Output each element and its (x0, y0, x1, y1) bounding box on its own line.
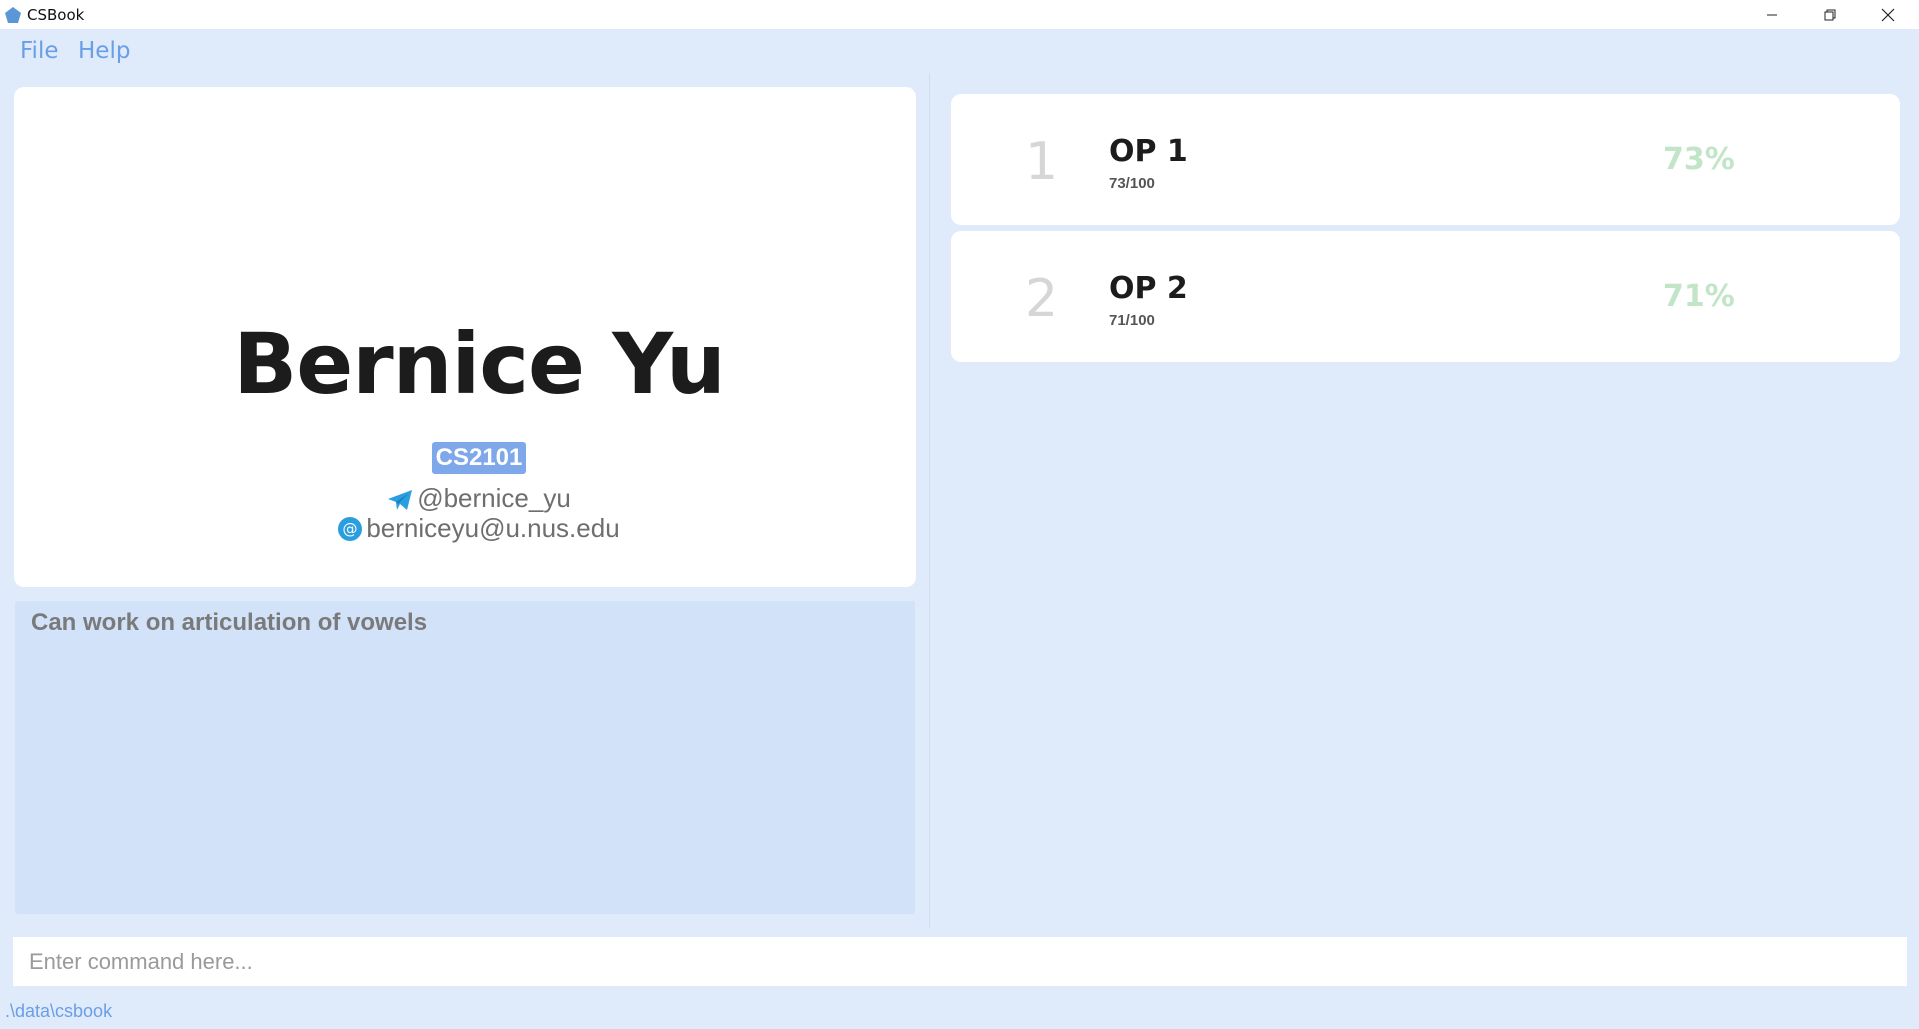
person-name: Bernice Yu (233, 315, 726, 413)
restore-button[interactable] (1801, 0, 1859, 29)
tag-row: CS2101 (14, 442, 944, 474)
note-text: Can work on articulation of vowels (31, 609, 428, 636)
assessment-name: OP 1 (1109, 134, 1188, 169)
minimize-icon (1767, 14, 1777, 15)
telegram-icon (388, 490, 413, 510)
minimize-button[interactable] (1743, 0, 1801, 29)
menu-bar: File Help (0, 29, 1919, 73)
command-input[interactable] (13, 937, 1907, 986)
email-address: berniceyu@u.nus.edu (366, 513, 620, 543)
assessment-card[interactable]: 2 OP 2 71/100 71% (951, 231, 1900, 362)
assessment-percent: 73% (1663, 142, 1735, 177)
assessment-score: 71/100 (1109, 312, 1155, 329)
assessment-percent: 71% (1663, 279, 1735, 314)
menu-file[interactable]: File (20, 38, 59, 64)
assessment-card[interactable]: 1 OP 1 73/100 73% (951, 94, 1900, 225)
assessment-score: 73/100 (1109, 175, 1155, 192)
telegram-row: @bernice_yu (14, 483, 944, 514)
tag-badge: CS2101 (431, 442, 527, 474)
close-icon (1881, 8, 1895, 21)
assessment-index: 1 (1025, 132, 1059, 192)
status-path: .\data\csbook (5, 1001, 113, 1021)
window-title: CSBook (27, 6, 85, 24)
app-window: CSBook File Help Bernice Yu CS2101 @bern… (0, 0, 1919, 1029)
menu-help[interactable]: Help (78, 38, 130, 64)
notes-panel: Can work on articulation of vowels (15, 601, 915, 914)
assessment-index: 2 (1025, 269, 1059, 329)
panel-divider (929, 73, 930, 928)
restore-icon (1824, 9, 1836, 20)
telegram-handle: @bernice_yu (417, 483, 571, 513)
at-sign-icon: @ (338, 517, 363, 541)
person-card: Bernice Yu CS2101 @bernice_yu @ bernicey… (14, 87, 916, 587)
assessment-name: OP 2 (1109, 271, 1188, 306)
svg-text:@: @ (343, 520, 358, 538)
email-row: @ berniceyu@u.nus.edu (14, 513, 944, 544)
close-button[interactable] (1859, 0, 1917, 29)
pentagon-icon (5, 7, 21, 23)
title-bar: CSBook (0, 0, 1919, 29)
